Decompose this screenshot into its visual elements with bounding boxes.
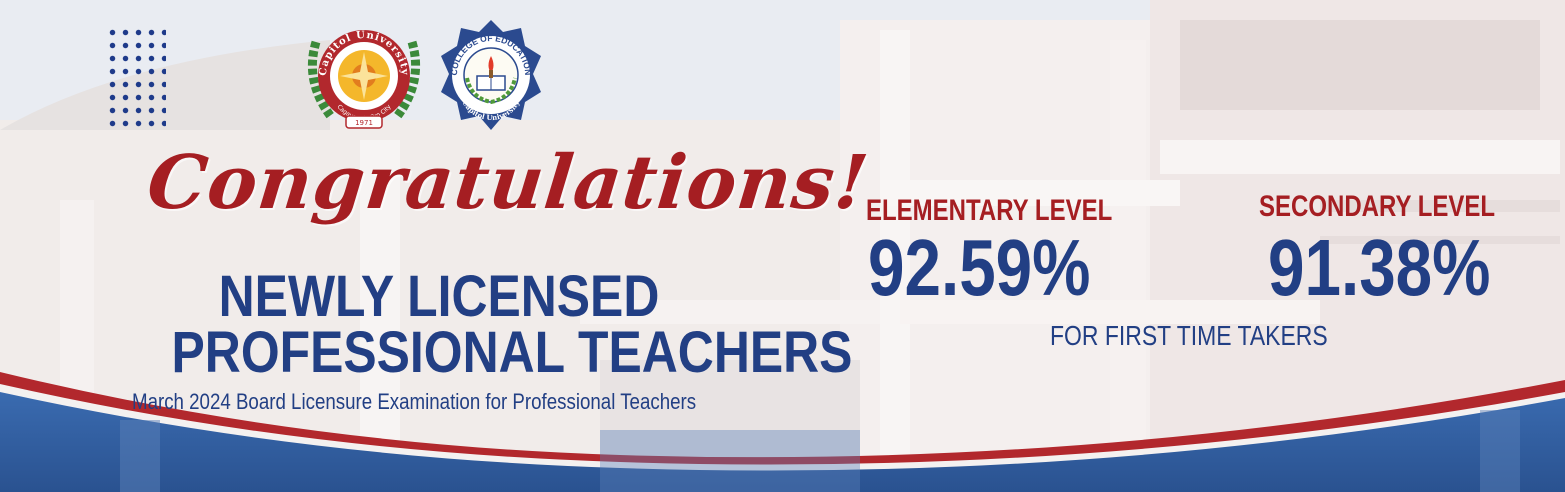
secondary-level-label: SECONDARY LEVEL <box>1259 190 1496 223</box>
university-seal-logo: Capitol University Cagayan de Oro City 1… <box>307 30 421 129</box>
congratulations-banner: Capitol University Cagayan de Oro City 1… <box>0 0 1565 492</box>
exam-subheadline: March 2024 Board Licensure Examination f… <box>132 389 697 414</box>
congratulations-heading: Congratulations! <box>143 140 873 226</box>
elementary-passing-rate: 92.59% <box>868 223 1091 312</box>
secondary-passing-rate: 91.38% <box>1268 223 1491 312</box>
first-time-takers-note: FOR FIRST TIME TAKERS <box>1050 320 1328 351</box>
headline-line-1: NEWLY LICENSED <box>218 264 660 329</box>
decorative-dot-grid <box>106 26 166 130</box>
headline-line-2: PROFESSIONAL TEACHERS <box>171 320 853 385</box>
college-of-education-logo: COLLEGE OF EDUCATION Capitol University <box>441 20 541 130</box>
university-year-text: 1971 <box>355 119 373 127</box>
